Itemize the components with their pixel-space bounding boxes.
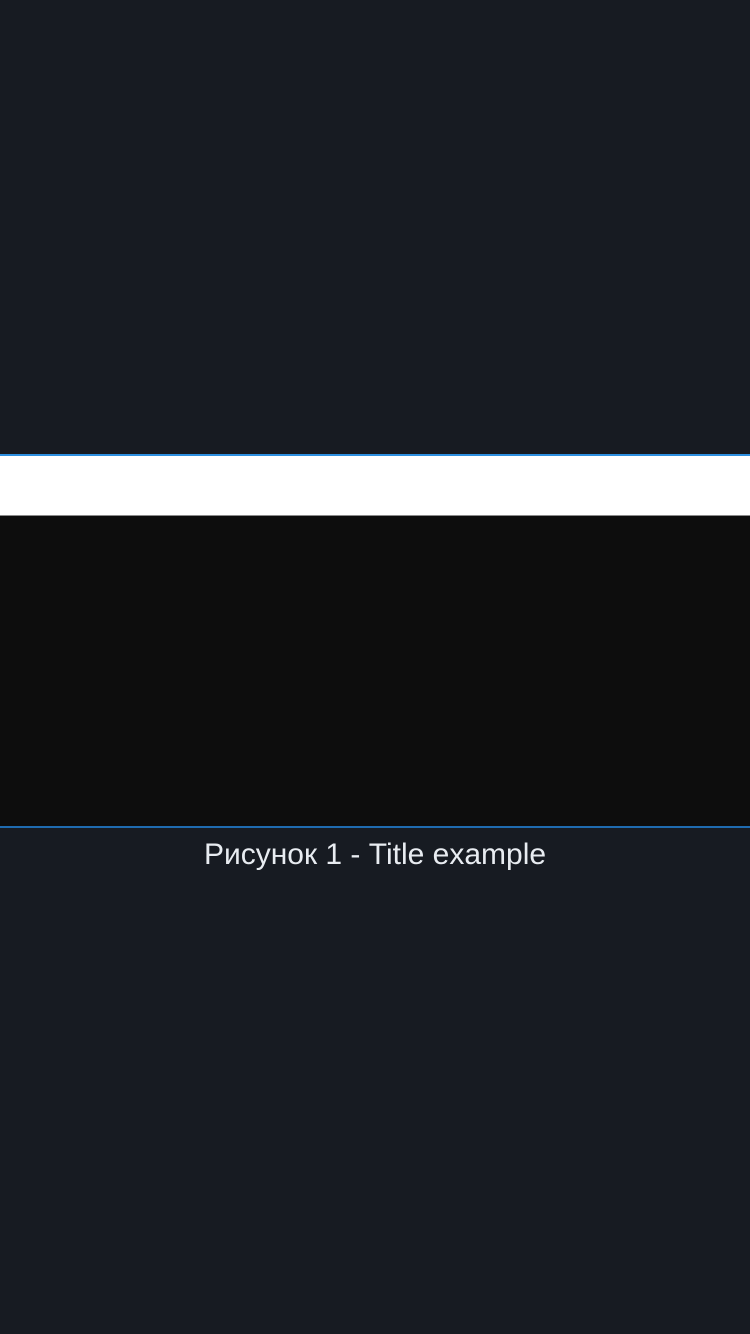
- figure-dark-area: [0, 516, 750, 826]
- figure-image: [0, 454, 750, 828]
- figure-caption: Рисунок 1 - Title example: [203, 838, 547, 871]
- figure-white-band: [0, 456, 750, 516]
